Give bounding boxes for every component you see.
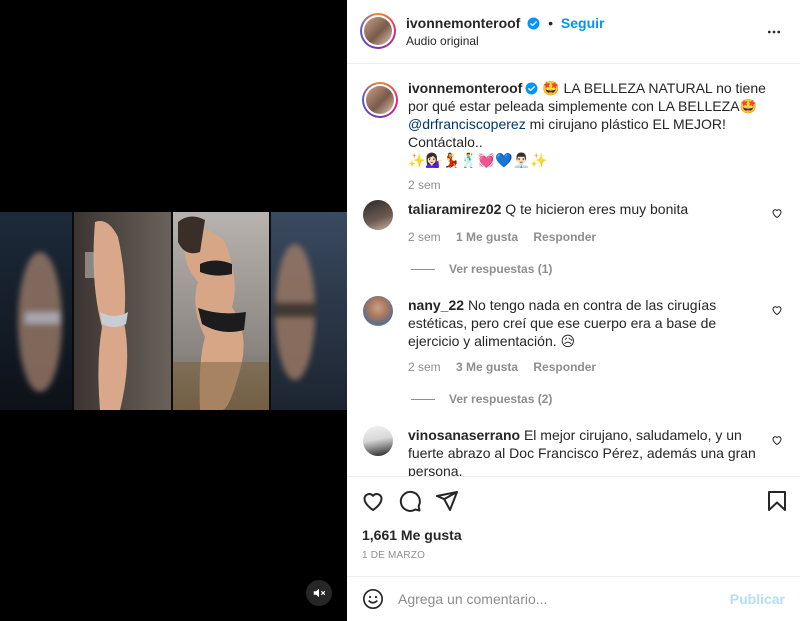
comment-input[interactable] (398, 589, 718, 609)
comment-like-icon[interactable] (771, 304, 783, 316)
comment-text: vinosanaserrano El mejor cirujano, salud… (408, 426, 758, 476)
author-avatar[interactable] (360, 13, 396, 49)
view-replies-label: Ver respuestas (1) (449, 262, 553, 276)
comment-composer: Publicar (347, 576, 800, 621)
comment-meta: 2 sem 1 Me gusta Responder (408, 230, 608, 244)
commenter-avatar[interactable] (363, 200, 393, 230)
view-replies-button[interactable]: Ver respuestas (1) (411, 262, 552, 276)
comment-username[interactable]: vinosanaserrano (408, 427, 520, 443)
follow-button[interactable]: Seguir (561, 15, 605, 31)
view-replies-label: Ver respuestas (2) (449, 392, 553, 406)
more-options-icon[interactable] (765, 24, 783, 40)
comment-time: 2 sem (408, 360, 441, 374)
comment-item: nany_22 No tengo nada en contra de las c… (363, 296, 783, 406)
comment-text: taliaramirez02 Q te hicieron eres muy bo… (408, 200, 758, 218)
comment-username[interactable]: taliaramirez02 (408, 201, 501, 217)
comment-likes[interactable]: 1 Me gusta (456, 230, 518, 244)
post-date[interactable]: 1 DE MARZO (362, 550, 425, 561)
commenter-avatar[interactable] (363, 426, 393, 456)
caption-emojis: ✨💁🏻‍♀️💃🕺💓💙👨🏻‍💼✨ (408, 152, 548, 168)
paper-plane-icon[interactable] (435, 489, 459, 513)
commenter-avatar[interactable] (363, 296, 393, 326)
bookmark-icon[interactable] (765, 489, 789, 513)
comment-meta: 2 sem 3 Me gusta Responder (408, 360, 608, 374)
post-actions: 1,661 Me gusta 1 DE MARZO (347, 476, 800, 576)
separator-dot: • (548, 15, 554, 31)
caption: ivonnemonteroof 🤩 LA BELLEZA NATURAL no … (362, 79, 783, 194)
audio-label[interactable]: Audio original (406, 34, 479, 48)
speaker-muted-icon (313, 588, 326, 598)
comment-item: vinosanaserrano El mejor cirujano, salud… (363, 426, 783, 476)
comment-text: nany_22 No tengo nada en contra de las c… (408, 296, 758, 350)
comment-like-icon[interactable] (771, 434, 783, 446)
comment-like-icon[interactable] (771, 207, 783, 219)
post-header: ivonnemonteroof • Seguir Audio original (347, 0, 800, 64)
comment-username[interactable]: nany_22 (408, 297, 464, 313)
verified-badge-icon (527, 17, 540, 30)
caption-text: ivonnemonteroof 🤩 LA BELLEZA NATURAL no … (408, 79, 783, 169)
caption-mention[interactable]: @drfranciscoperez (408, 116, 526, 132)
caption-time: 2 sem (408, 178, 441, 192)
publish-button[interactable]: Publicar (730, 591, 785, 607)
view-replies-button[interactable]: Ver respuestas (2) (411, 392, 552, 406)
video-thumbnail (0, 212, 347, 410)
likes-count[interactable]: 1,661 Me gusta (362, 527, 462, 543)
caption-author-avatar[interactable] (362, 82, 398, 118)
verified-badge-icon (525, 82, 538, 95)
reply-button[interactable]: Responder (533, 360, 596, 374)
comments-list[interactable]: ivonnemonteroof 🤩 LA BELLEZA NATURAL no … (347, 64, 800, 476)
mute-toggle-button[interactable] (306, 580, 332, 606)
reply-button[interactable]: Responder (533, 230, 596, 244)
post-media[interactable] (0, 0, 347, 621)
author-username[interactable]: ivonnemonteroof (406, 15, 520, 31)
video-frame[interactable] (0, 212, 347, 410)
emoji-smiley-icon[interactable] (362, 588, 384, 610)
post-details-panel: ivonnemonteroof • Seguir Audio original … (347, 0, 800, 621)
comment-body: Q te hicieron eres muy bonita (505, 201, 689, 217)
caption-author[interactable]: ivonnemonteroof (408, 80, 522, 96)
comment-time: 2 sem (408, 230, 441, 244)
comment-likes[interactable]: 3 Me gusta (456, 360, 518, 374)
comment-bubble-icon[interactable] (398, 489, 422, 513)
heart-icon[interactable] (361, 489, 385, 513)
